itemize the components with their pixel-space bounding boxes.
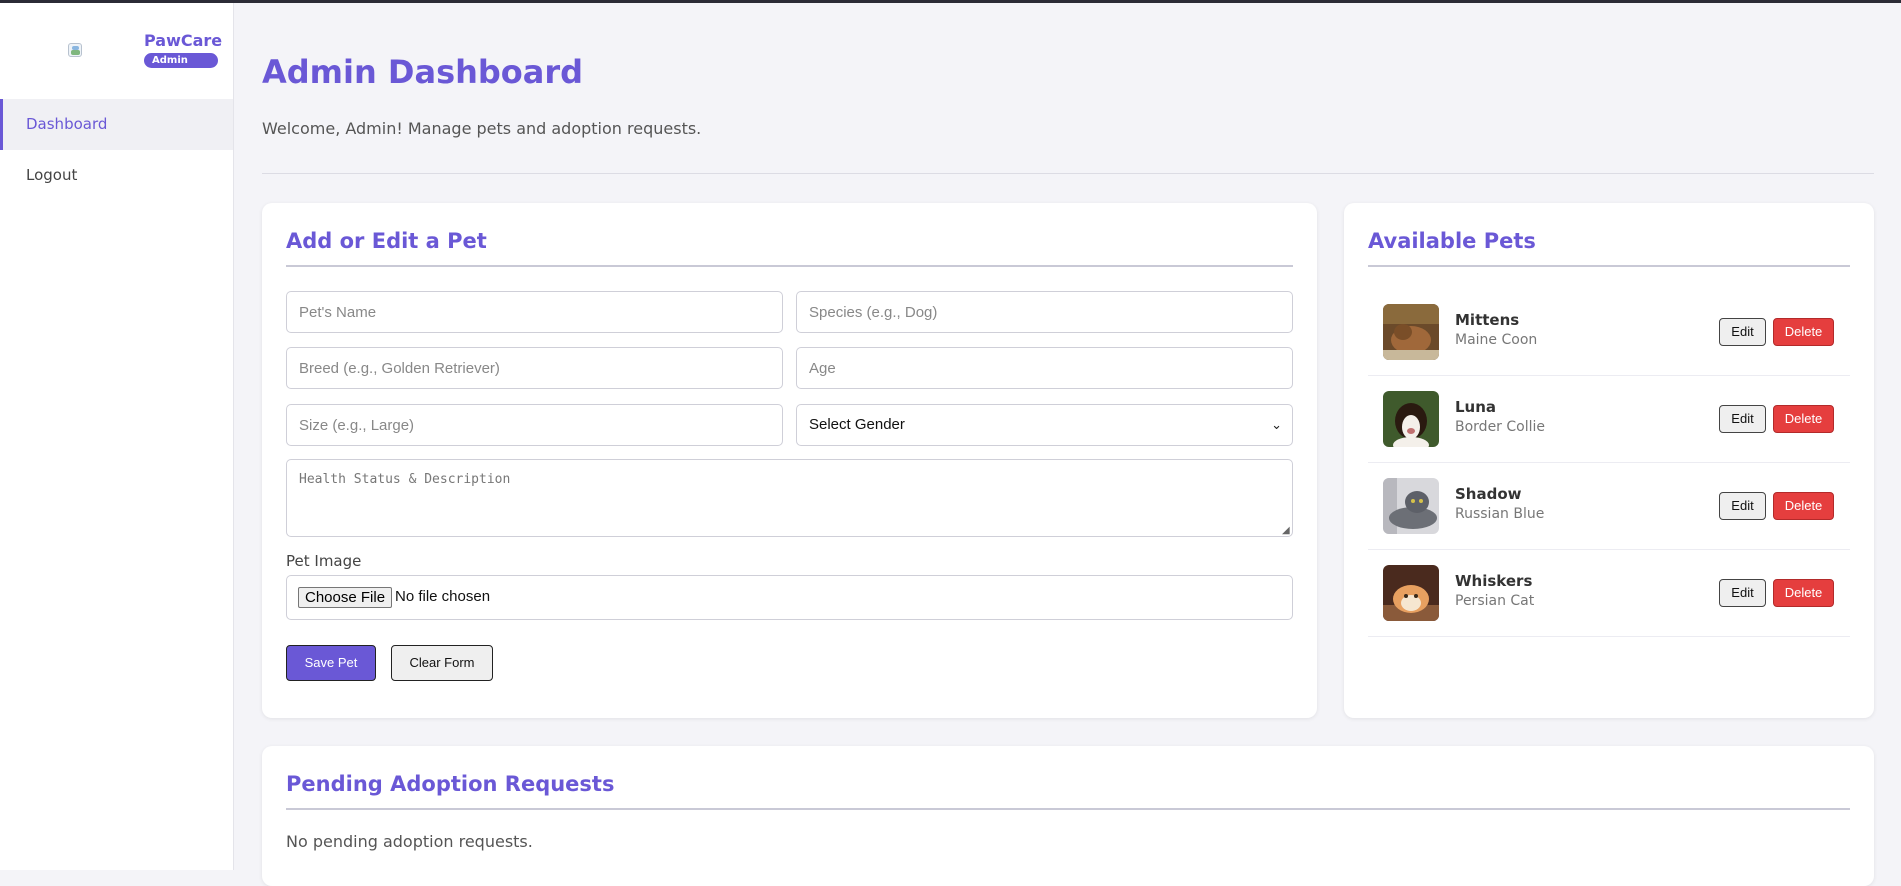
edit-pet-button[interactable]: Edit <box>1719 579 1766 607</box>
age-input[interactable] <box>796 347 1293 389</box>
sidebar-nav: Dashboard Logout <box>0 99 233 201</box>
edit-pet-button[interactable]: Edit <box>1719 318 1766 346</box>
available-pets-rule <box>1368 265 1850 267</box>
sidebar-item-dashboard[interactable]: Dashboard <box>0 99 233 150</box>
brand-name: PawCare <box>144 31 223 50</box>
resize-handle-icon[interactable]: ◢ <box>1282 525 1290 536</box>
pet-form-card: Add or Edit a Pet Select Gender ⌄ ◢ Pet … <box>262 203 1317 718</box>
adoption-requests-rule <box>286 808 1850 810</box>
pet-form-title: Add or Edit a Pet <box>286 229 487 253</box>
pet-breed: Maine Coon <box>1455 332 1538 348</box>
page-title: Admin Dashboard <box>262 53 584 91</box>
description-textarea[interactable] <box>286 459 1293 537</box>
gender-select[interactable]: Select Gender ⌄ <box>796 404 1293 446</box>
pet-list-item: Whiskers Persian Cat Edit Delete <box>1368 550 1850 637</box>
delete-pet-button[interactable]: Delete <box>1773 579 1834 607</box>
pet-photo <box>1383 304 1439 360</box>
pet-list-item: Mittens Maine Coon Edit Delete <box>1368 289 1850 376</box>
pet-name: Mittens <box>1455 311 1520 329</box>
size-input[interactable] <box>286 404 783 446</box>
save-pet-button[interactable]: Save Pet <box>286 645 376 681</box>
pet-name: Shadow <box>1455 485 1522 503</box>
edit-pet-button[interactable]: Edit <box>1719 492 1766 520</box>
breed-input[interactable] <box>286 347 783 389</box>
clear-form-button[interactable]: Clear Form <box>391 645 493 681</box>
pet-photo <box>1383 565 1439 621</box>
pet-name-input[interactable] <box>286 291 783 333</box>
pet-name: Luna <box>1455 398 1497 416</box>
pet-photo <box>1383 391 1439 447</box>
brand: PawCare Admin <box>0 3 233 99</box>
pet-photo <box>1383 478 1439 534</box>
pet-image-field: Choose File No file chosen <box>286 575 1293 620</box>
admin-badge: Admin <box>144 53 218 68</box>
pet-breed: Persian Cat <box>1455 593 1535 609</box>
delete-pet-button[interactable]: Delete <box>1773 492 1834 520</box>
chevron-down-icon: ⌄ <box>1271 417 1282 432</box>
pet-list-item: Shadow Russian Blue Edit Delete <box>1368 463 1850 550</box>
sidebar: PawCare Admin Dashboard Logout <box>0 3 234 870</box>
adoption-requests-title: Pending Adoption Requests <box>286 772 615 796</box>
empty-requests-message: No pending adoption requests. <box>286 832 533 851</box>
pet-list-item: Luna Border Collie Edit Delete <box>1368 376 1850 463</box>
adoption-requests-card: Pending Adoption Requests No pending ado… <box>262 746 1874 886</box>
broken-image-icon <box>68 43 82 57</box>
edit-pet-button[interactable]: Edit <box>1719 405 1766 433</box>
pet-breed: Russian Blue <box>1455 506 1545 522</box>
pet-image-label: Pet Image <box>286 552 362 570</box>
gender-select-value: Select Gender <box>809 416 905 433</box>
window-top-border <box>0 0 1901 3</box>
pet-name: Whiskers <box>1455 572 1533 590</box>
sidebar-item-logout[interactable]: Logout <box>0 150 233 201</box>
delete-pet-button[interactable]: Delete <box>1773 318 1834 346</box>
pet-form-rule <box>286 265 1293 267</box>
delete-pet-button[interactable]: Delete <box>1773 405 1834 433</box>
header-divider <box>262 173 1874 174</box>
pet-breed: Border Collie <box>1455 419 1546 435</box>
available-pets-title: Available Pets <box>1368 229 1536 253</box>
file-status: No file chosen <box>395 588 491 605</box>
species-input[interactable] <box>796 291 1293 333</box>
choose-file-button[interactable]: Choose File <box>298 587 393 608</box>
available-pets-card: Available Pets Mittens Maine Coon Edit D… <box>1344 203 1874 718</box>
page-subtitle: Welcome, Admin! Manage pets and adoption… <box>262 119 702 138</box>
